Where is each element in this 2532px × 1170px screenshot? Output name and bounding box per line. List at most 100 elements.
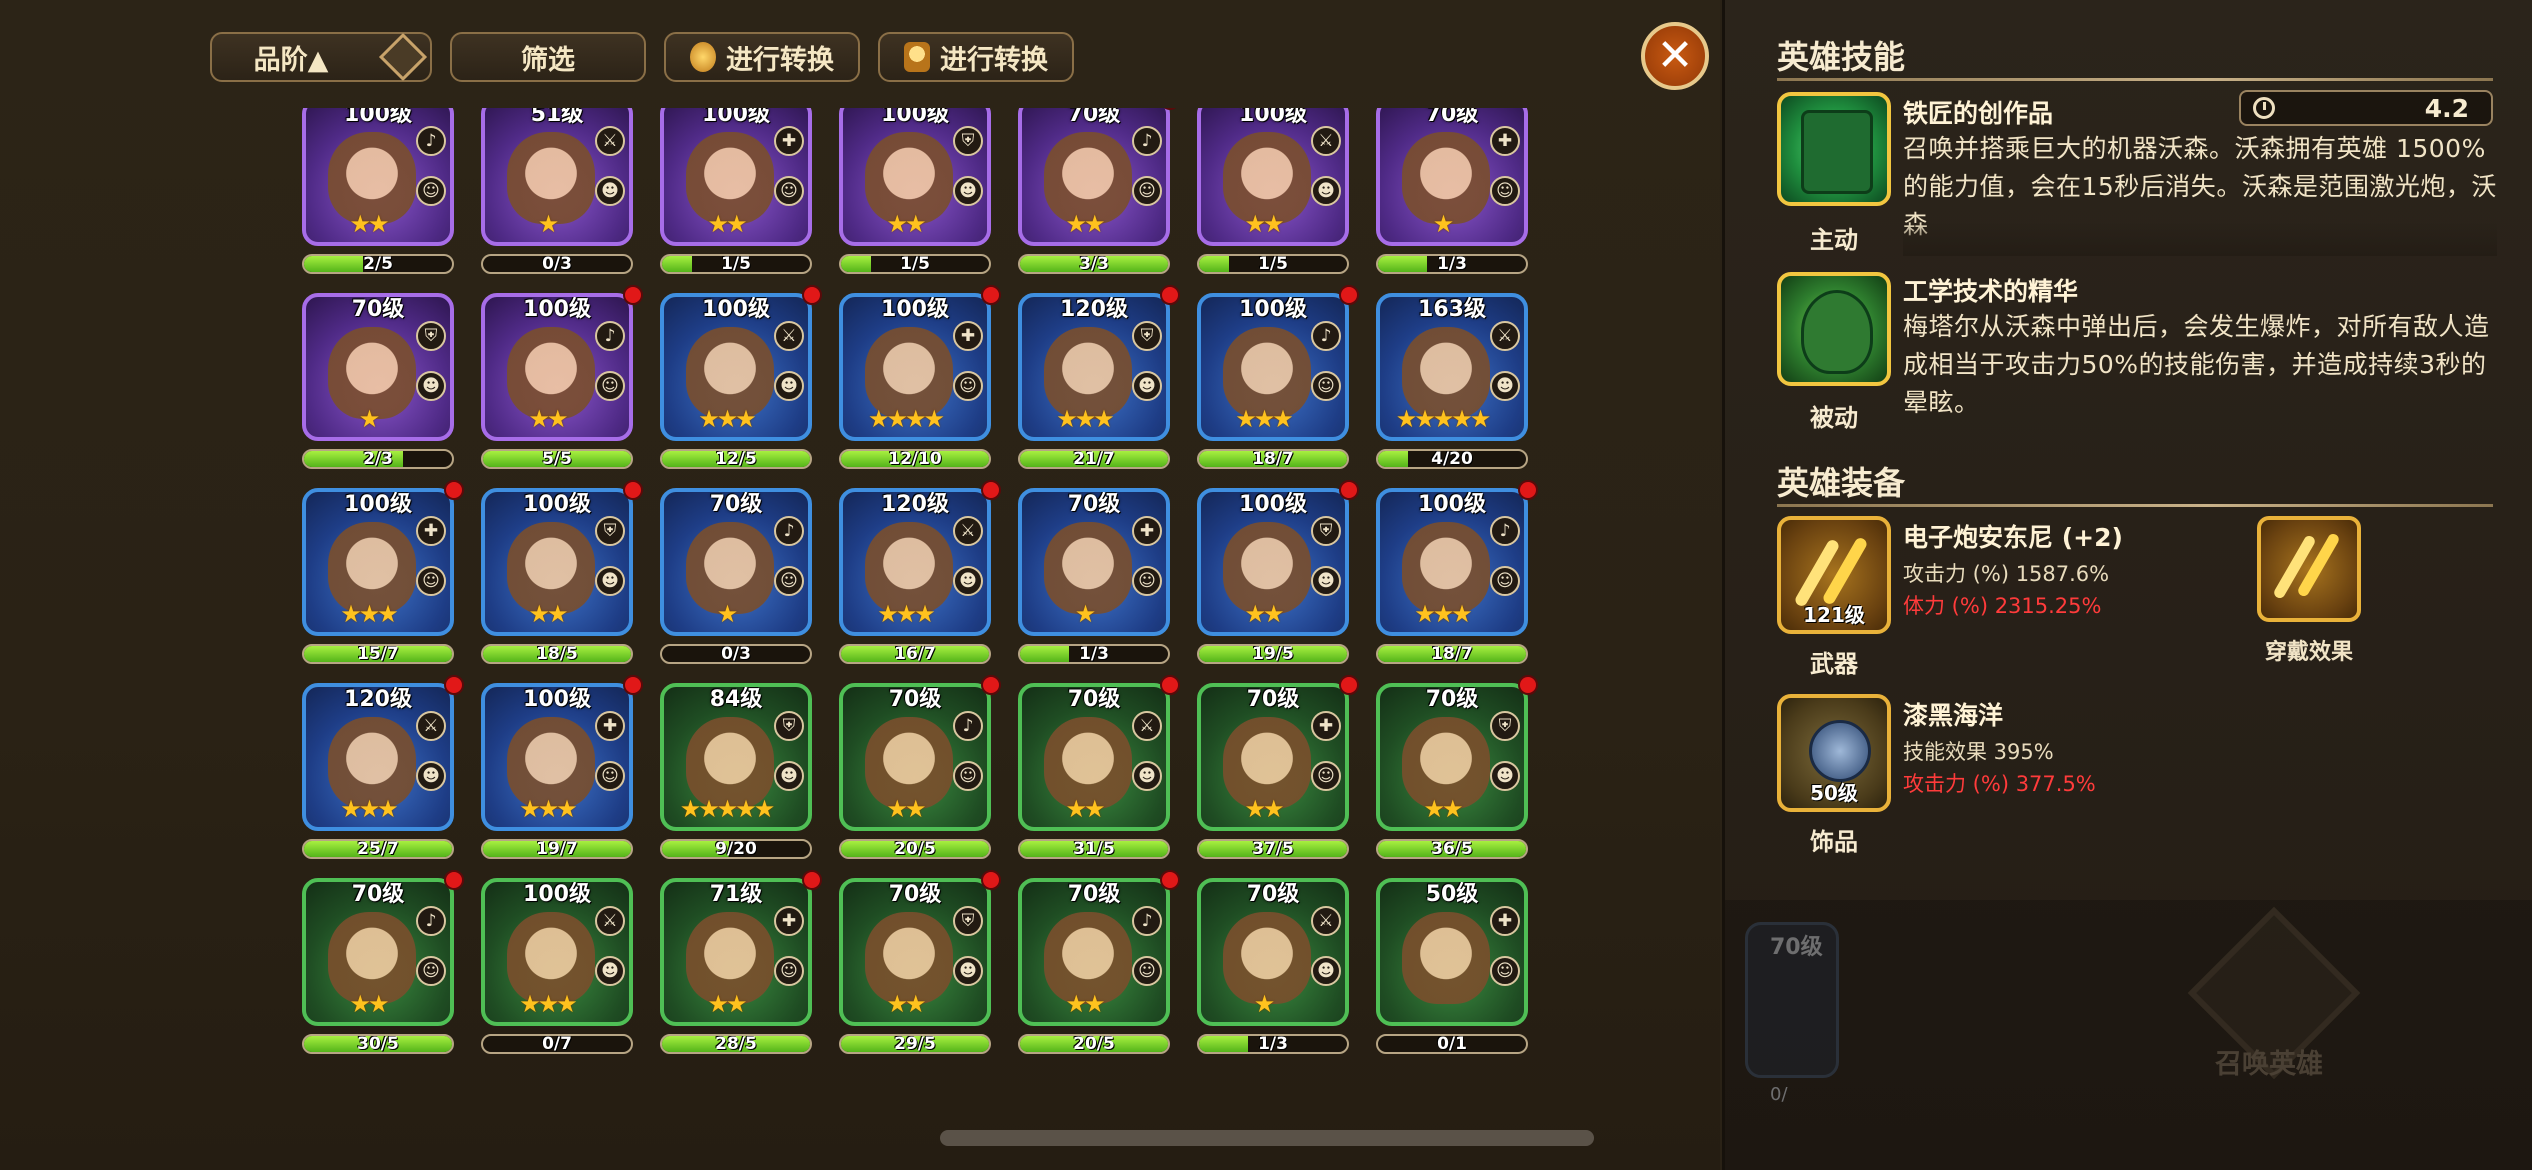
class-icon: ♪ [774, 516, 804, 546]
hero-card[interactable]: 100级 ✚ ☺ ★★★ 19/7 [481, 675, 643, 859]
hero-card[interactable]: 120级 ⚔ ☻ ★★★ 25/7 [302, 675, 464, 859]
hero-card[interactable]: 71级 ✚ ☺ ★★ 28/5 [660, 870, 822, 1054]
hero-stars: ★★ [1244, 600, 1284, 628]
convert-button-1[interactable]: 进行转换 [664, 32, 860, 82]
hero-card[interactable]: 100级 ✚ ☺ ★★★ 15/7 [302, 480, 464, 664]
close-button[interactable]: ✕ [1641, 22, 1709, 90]
class-icon: ✚ [774, 906, 804, 936]
hero-card[interactable]: 70级 ✚ ☺ ★★ 37/5 [1197, 675, 1359, 859]
hero-avatar [1402, 912, 1490, 1004]
hero-level: 100级 [702, 297, 770, 322]
shard-progress-bar: 21/7 [1018, 449, 1170, 469]
hero-portrait: 70级 ♪ ☺ ★ [660, 488, 812, 636]
hero-card[interactable]: 70级 ⛨ ☻ ★ 2/3 [302, 293, 454, 469]
hero-card[interactable]: 120级 ⚔ ☻ ★★★ 16/7 [839, 480, 1001, 664]
convert-label-1: 进行转换 [726, 44, 834, 76]
race-icon: ☻ [953, 956, 983, 986]
race-icon: ☻ [774, 761, 804, 791]
hero-stars: ★★★ [340, 600, 399, 628]
hero-card[interactable]: 100级 ⚔ ☻ ★★★ 0/7 [481, 878, 633, 1054]
hero-portrait: 100级 ⛨ ☻ ★★ [1197, 488, 1349, 636]
shard-progress-bar: 30/5 [302, 1034, 454, 1054]
hero-level: 84级 [709, 687, 763, 712]
hero-card[interactable]: 100级 ⛨ ☻ ★★ 18/5 [481, 480, 643, 664]
hero-card[interactable]: 70级 ♪ ☺ ★★ 3/3 [1018, 108, 1180, 274]
hero-card[interactable]: 70级 ✚ ☺ ★ 1/3 [1376, 108, 1528, 274]
hero-card[interactable]: 100级 ✚ ☺ ★★ 1/5 [660, 108, 812, 274]
hero-card[interactable]: 70级 ♪ ☺ ★★ 30/5 [302, 870, 464, 1054]
hero-card[interactable]: 100级 ✚ ☺ ★★★★ 12/10 [839, 285, 1001, 469]
wear-effect-label: 穿戴效果 [2264, 640, 2353, 665]
shard-progress-bar: 28/5 [660, 1034, 812, 1054]
hero-card[interactable]: 100级 ♪ ☺ ★★★ 18/7 [1197, 285, 1359, 469]
class-icon: ⚔ [416, 711, 446, 741]
shard-progress-bar: 15/7 [302, 644, 454, 664]
race-icon: ☻ [1490, 761, 1520, 791]
hero-card[interactable]: 84级 ⛨ ☻ ★★★★★ 9/20 [660, 683, 812, 859]
shard-progress-bar: 31/5 [1018, 839, 1170, 859]
hero-card[interactable]: 120级 ⛨ ☻ ★★★ 21/7 [1018, 285, 1180, 469]
hero-card[interactable]: 70级 ♪ ☺ ★★ 20/5 [839, 675, 1001, 859]
hero-detail-panel: 英雄技能 主动 铁匠的创作品 4.2 召唤并搭乘巨大的机器沃森。沃森拥有英雄 1… [1722, 0, 2532, 1170]
hero-card[interactable]: 100级 ♪ ☺ ★★★ 18/7 [1376, 480, 1538, 664]
hero-portrait: 51级 ⚔ ☻ ★ [481, 108, 633, 246]
shard-progress-text: 21/7 [1073, 449, 1115, 469]
convert-button-2[interactable]: 进行转换 [878, 32, 1074, 82]
class-icon: ⚔ [595, 126, 625, 156]
race-icon: ☺ [1490, 176, 1520, 206]
hero-level: 100级 [523, 297, 591, 322]
hero-card[interactable]: 163级 ⚔ ☻ ★★★★★ 4/20 [1376, 293, 1528, 469]
hero-stars: ★★★ [877, 600, 936, 628]
class-icon: ♪ [1311, 321, 1341, 351]
hero-card[interactable]: 100级 ⛨ ☻ ★★ 1/5 [839, 108, 991, 274]
hero-card[interactable]: 100级 ⛨ ☻ ★★ 19/5 [1197, 480, 1359, 664]
passive-skill-icon[interactable] [1777, 272, 1891, 386]
class-icon: ⛨ [953, 906, 983, 936]
class-icon: ✚ [595, 711, 625, 741]
notification-dot [1518, 480, 1538, 500]
weapon-name: 电子炮安东尼 (+2) [1903, 523, 2123, 552]
hero-card[interactable]: 70级 ✚ ☺ ★ 1/3 [1018, 488, 1170, 664]
active-skill-icon[interactable] [1777, 92, 1891, 206]
hero-card[interactable]: 100级 ♪ ☺ ★★ 5/5 [481, 285, 643, 469]
crystal-icon [690, 42, 716, 72]
hero-level: 70级 [1067, 492, 1121, 517]
hero-card[interactable]: 51级 ⚔ ☻ ★ 0/3 [481, 108, 633, 274]
weapon-slot[interactable]: 121级 [1777, 516, 1891, 634]
shard-progress-text: 1/5 [721, 254, 751, 274]
hero-card[interactable]: 70级 ⚔ ☻ ★ 1/3 [1197, 878, 1349, 1054]
hero-card[interactable]: 70级 ⚔ ☻ ★★ 31/5 [1018, 675, 1180, 859]
hero-level: 51级 [530, 108, 584, 127]
hero-card[interactable]: 70级 ⛨ ☻ ★★ 29/5 [839, 870, 1001, 1054]
shard-progress-text: 4/20 [1431, 449, 1473, 469]
horizontal-scrollbar[interactable] [940, 1130, 1594, 1146]
hero-stars: ★★★ [698, 405, 757, 433]
filter-button[interactable]: 筛选 [450, 32, 646, 82]
hero-list-panel: 品阶▲ 筛选 进行转换 进行转换 ✕ 100级 ♪ ☺ ★★ 2/5 51级 ⚔ ☻ ★ 0/3 1… [0, 0, 1720, 1170]
hero-card[interactable]: 100级 ⚔ ☻ ★★ 1/5 [1197, 108, 1349, 274]
accessory-slot[interactable]: 50级 [1777, 694, 1891, 812]
hero-level: 70级 [1246, 687, 1300, 712]
race-icon: ☺ [595, 371, 625, 401]
hero-card[interactable]: 100级 ⚔ ☻ ★★★ 12/5 [660, 285, 822, 469]
hero-stars: ★★ [1065, 210, 1105, 238]
clock-icon [2253, 97, 2275, 119]
grade-sort-button[interactable]: 品阶▲ [210, 32, 432, 82]
class-icon: ✚ [1132, 516, 1162, 546]
hero-card[interactable]: 70级 ♪ ☺ ★★ 20/5 [1018, 870, 1180, 1054]
race-icon: ☻ [953, 566, 983, 596]
hero-card[interactable]: 70级 ♪ ☺ ★ 0/3 [660, 488, 812, 664]
hero-portrait: 84级 ⛨ ☻ ★★★★★ [660, 683, 812, 831]
hero-card[interactable]: 50级 ✚ ☺ 0/1 [1376, 878, 1528, 1054]
hero-grid-viewport[interactable]: 100级 ♪ ☺ ★★ 2/5 51级 ⚔ ☻ ★ 0/3 100级 ✚ ☺ ★★ 1/5 100级 ⛨ ☻ ★★ 1… [290, 108, 1550, 1068]
race-icon: ☻ [1311, 176, 1341, 206]
hero-card[interactable]: 70级 ⛨ ☻ ★★ 36/5 [1376, 675, 1538, 859]
wear-effect-button[interactable] [2257, 516, 2361, 622]
shard-progress-text: 1/3 [1079, 644, 1109, 664]
class-icon: ⛨ [774, 711, 804, 741]
race-icon: ☻ [595, 176, 625, 206]
shard-progress-bar: 29/5 [839, 1034, 991, 1054]
hero-card[interactable]: 100级 ♪ ☺ ★★ 2/5 [302, 108, 454, 274]
notification-dot [802, 870, 822, 890]
hero-portrait: 163级 ⚔ ☻ ★★★★★ [1376, 293, 1528, 441]
